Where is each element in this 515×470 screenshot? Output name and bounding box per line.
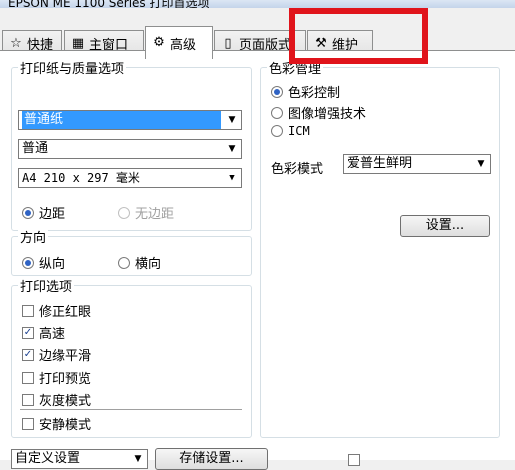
checkbox-unchecked-icon (22, 371, 34, 384)
option-label: 打印预览 (39, 372, 92, 387)
chevron-down-icon: ▼ (229, 173, 235, 183)
portrait-label: 纵向 (39, 257, 66, 272)
paper-type-select[interactable]: 普通纸 ▼ (18, 110, 242, 130)
print-options-group: 打印选项 修正红眼 ✓ 高速 ✓ 边缘平滑 打印预览 灰度模式 安静模式 (11, 276, 252, 438)
color-mode-label: 色彩模式 (271, 162, 324, 177)
photo-enhance-radio[interactable]: 图像增强技术 (271, 103, 366, 122)
radio-selected-icon (22, 206, 34, 219)
settings-button[interactable]: 设置... (400, 215, 490, 237)
color-management-legend: 色彩管理 (267, 58, 324, 77)
borderless-radio[interactable]: 无边距 (118, 203, 174, 222)
icm-radio[interactable]: ICM (271, 124, 310, 138)
icm-label: ICM (288, 124, 310, 138)
chevron-down-icon: ▼ (477, 159, 485, 169)
checkmark-icon: ✓ (22, 326, 34, 339)
landscape-label: 横向 (135, 257, 162, 272)
orientation-group: 方向 纵向 横向 (11, 227, 252, 276)
paper-quality-legend: 打印纸与质量选项 (18, 58, 127, 77)
tab-strip: ☆ 快捷 ▦ 主窗口 ⚙ 高级 ▯ 页面版式 ⚒ 维护 (0, 8, 515, 59)
main-window-icon: ▦ (71, 35, 85, 51)
star-icon: ☆ (10, 35, 22, 51)
chevron-down-icon: ▼ (228, 144, 236, 154)
advanced-panel: 打印纸与质量选项 普通纸 ▼ 普通 ▼ A4 210 x 297 毫米 ▼ 边距… (0, 50, 515, 470)
radio-unselected-icon (118, 256, 130, 269)
quiet-mode-checkbox[interactable]: 安静模式 (22, 414, 91, 433)
radio-selected-icon (22, 256, 34, 269)
color-management-group: 色彩管理 色彩控制 图像增强技术 ICM 色彩模式 爱普生鲜明 ▼ 设置... (260, 58, 500, 438)
option-label: 灰度模式 (39, 394, 92, 409)
edge-smoothing-checkbox[interactable]: ✓ 边缘平滑 (22, 345, 91, 364)
custom-settings-select[interactable]: 自定义设置 ▼ (11, 449, 148, 469)
option-label: 高速 (39, 327, 66, 342)
wrench-icon: ⚒ (315, 35, 327, 51)
color-control-label: 色彩控制 (288, 86, 341, 101)
advanced-icon: ⚙ (153, 35, 165, 50)
option-label: 边缘平滑 (39, 349, 92, 364)
print-preview-checkbox[interactable]: 打印预览 (22, 368, 91, 387)
divider (20, 409, 242, 410)
option-label: 安静模式 (39, 418, 92, 433)
checkbox-unchecked-icon (22, 393, 34, 406)
radio-unselected-icon (271, 125, 283, 137)
red-eye-checkbox[interactable]: 修正红眼 (22, 301, 91, 320)
title-bar: EPSON ME 1100 Series 打印首选项 (0, 0, 515, 8)
grayscale-checkbox[interactable]: 灰度模式 (22, 390, 91, 409)
radio-unselected-icon (271, 106, 283, 119)
chevron-down-icon: ▼ (134, 454, 142, 464)
bottom-checkbox[interactable] (348, 454, 360, 466)
high-speed-checkbox[interactable]: ✓ 高速 (22, 323, 65, 342)
photo-enhance-label: 图像增强技术 (288, 107, 367, 122)
radio-disabled-icon (118, 206, 130, 219)
border-label: 边距 (39, 207, 66, 222)
quality-select[interactable]: 普通 ▼ (18, 139, 242, 159)
print-options-legend: 打印选项 (18, 276, 75, 295)
landscape-radio[interactable]: 横向 (118, 253, 161, 272)
custom-settings-value: 自定义设置 (15, 451, 81, 466)
tab-label: 高级 (170, 37, 197, 53)
paper-size-select[interactable]: A4 210 x 297 毫米 ▼ (18, 168, 242, 188)
quality-value: 普通 (22, 141, 49, 156)
border-radio[interactable]: 边距 (22, 203, 65, 222)
tab-advanced[interactable]: ⚙ 高级 (145, 26, 213, 59)
paper-size-value: A4 210 x 297 毫米 (22, 171, 140, 185)
chevron-down-icon: ▼ (228, 115, 236, 125)
borderless-label: 无边距 (135, 207, 175, 222)
color-mode-select[interactable]: 爱普生鲜明 ▼ (343, 154, 491, 174)
paper-type-value: 普通纸 (22, 111, 221, 129)
radio-selected-icon (271, 85, 283, 98)
color-mode-value: 爱普生鲜明 (347, 156, 413, 171)
color-control-radio[interactable]: 色彩控制 (271, 82, 340, 101)
save-settings-button[interactable]: 存储设置... (155, 448, 268, 470)
window-title: EPSON ME 1100 Series 打印首选项 (8, 0, 210, 8)
orientation-legend: 方向 (18, 227, 49, 246)
checkbox-unchecked-icon (22, 417, 34, 430)
checkbox-unchecked-icon (22, 304, 34, 317)
page-layout-icon: ▯ (224, 35, 232, 51)
checkmark-icon: ✓ (22, 348, 34, 361)
option-label: 修正红眼 (39, 305, 92, 320)
paper-quality-group: 打印纸与质量选项 普通纸 ▼ 普通 ▼ A4 210 x 297 毫米 ▼ 边距… (11, 58, 252, 231)
portrait-radio[interactable]: 纵向 (22, 253, 65, 272)
